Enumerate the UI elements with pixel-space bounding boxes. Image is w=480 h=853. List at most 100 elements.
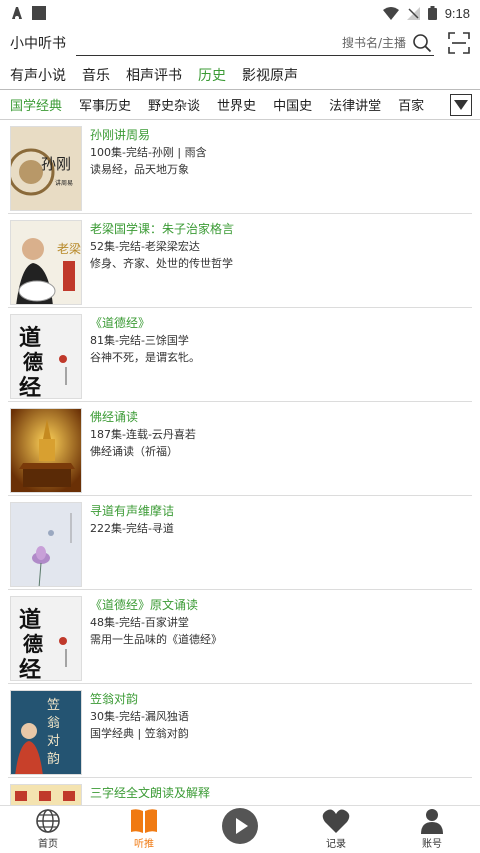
clock: 9:18 xyxy=(444,5,470,21)
nav-history[interactable]: 记录 xyxy=(288,806,384,853)
book-cover xyxy=(10,408,82,493)
book-title[interactable]: 老梁国学课：朱子治家格言 xyxy=(90,220,234,238)
svg-text:道: 道 xyxy=(19,607,41,633)
book-desc: 佛经诵读（祈福） xyxy=(90,445,178,458)
nav-recommend[interactable]: 听推 xyxy=(96,806,192,853)
subtab-law[interactable]: 法律讲堂 xyxy=(329,95,381,114)
book-desc: 国学经典 | 笠翁对韵 xyxy=(90,727,189,740)
svg-text:德: 德 xyxy=(23,350,43,374)
book-icon xyxy=(131,809,157,833)
nav-home-label: 首页 xyxy=(38,839,58,850)
book-title[interactable]: 佛经诵读 xyxy=(90,408,196,426)
svg-text:对: 对 xyxy=(47,734,60,749)
book-desc: 谷神不死，是谓玄牝。 xyxy=(90,351,200,364)
book-desc: 读易经，品天地万象 xyxy=(90,163,189,176)
book-title[interactable]: 《道德经》原文诵读 xyxy=(90,596,222,614)
svg-text:孙刚: 孙刚 xyxy=(41,155,71,173)
scan-icon[interactable] xyxy=(448,32,470,54)
book-info: 81集-完结-三馀国学 xyxy=(90,334,189,347)
svg-text:韵: 韵 xyxy=(47,752,60,767)
app-title: 小中听书 xyxy=(10,36,66,52)
tab-history[interactable]: 历史 xyxy=(198,65,226,85)
book-cover xyxy=(10,502,82,587)
subtab-baijia[interactable]: 百家 xyxy=(398,95,424,114)
book-cover: 笠 翁 对 韵 xyxy=(10,690,82,775)
category-tabs: 有声小说 音乐 相声评书 历史 影视原声 xyxy=(0,60,480,90)
tab-music[interactable]: 音乐 xyxy=(82,65,110,85)
nav-home[interactable]: 首页 xyxy=(0,806,96,853)
book-title[interactable]: 孙刚讲周易 xyxy=(90,126,207,144)
book-cover: 道 德 经 xyxy=(10,596,82,681)
signal-icon xyxy=(406,6,420,20)
subtab-unofficial[interactable]: 野史杂谈 xyxy=(148,95,200,114)
book-meta: 寻道有声维摩诘 222集-完结-寻道 xyxy=(90,502,174,537)
list-item[interactable]: 三字经全文朗读及解释 xyxy=(8,778,472,808)
list-item[interactable]: 道 德 经 《道德经》 81集-完结-三馀国学 谷神不死，是谓玄牝。 xyxy=(8,308,472,402)
book-info: 222集-完结-寻道 xyxy=(90,522,174,535)
user-icon xyxy=(421,809,443,834)
book-title[interactable]: 《道德经》 xyxy=(90,314,200,332)
svg-text:经: 经 xyxy=(19,657,41,681)
tab-soundtrack[interactable]: 影视原声 xyxy=(242,65,298,85)
globe-icon xyxy=(36,809,60,833)
search-icon[interactable] xyxy=(412,33,432,53)
svg-text:道: 道 xyxy=(19,325,41,351)
list-item[interactable]: 道 德 经 《道德经》原文诵读 48集-完结-百家讲堂 需用一生品味的《道德经》 xyxy=(8,590,472,684)
book-title[interactable]: 笠翁对韵 xyxy=(90,690,189,708)
cover-art xyxy=(11,503,81,586)
expand-tabs-button[interactable] xyxy=(450,94,472,116)
book-title[interactable]: 寻道有声维摩诘 xyxy=(90,502,174,520)
app-status-icon xyxy=(32,6,46,20)
book-meta: 老梁国学课：朱子治家格言 52集-完结-老梁梁宏达 修身、齐家、处世的传世哲学 xyxy=(90,220,234,272)
book-meta: 《道德经》原文诵读 48集-完结-百家讲堂 需用一生品味的《道德经》 xyxy=(90,596,222,648)
subtab-guoxue[interactable]: 国学经典 xyxy=(10,95,62,114)
cover-art: 孙刚 讲周易 xyxy=(11,148,73,196)
tab-novel[interactable]: 有声小说 xyxy=(10,65,66,85)
nav-play[interactable] xyxy=(192,806,288,853)
nav-recommend-label: 听推 xyxy=(134,839,154,850)
nav-account-label: 账号 xyxy=(422,839,442,850)
book-title[interactable]: 三字经全文朗读及解释 xyxy=(90,784,210,802)
book-info: 100集-完结-孙刚 | 雨含 xyxy=(90,146,207,159)
list-item[interactable]: 笠 翁 对 韵 笠翁对韵 30集-完结-漏风独语 国学经典 | 笠翁对韵 xyxy=(8,684,472,778)
svg-text:笠: 笠 xyxy=(47,698,60,713)
book-info: 30集-完结-漏风独语 xyxy=(90,710,189,723)
subtab-military[interactable]: 军事历史 xyxy=(79,95,131,114)
cover-art: 道 德 经 xyxy=(19,607,67,681)
search-placeholder: 搜书名/主播 xyxy=(341,36,406,50)
cover-art xyxy=(11,409,81,492)
cover-art: 笠 翁 对 韵 xyxy=(11,691,81,774)
nav-history-label: 记录 xyxy=(326,839,346,850)
heart-icon xyxy=(322,809,350,833)
book-cover: 孙刚 讲周易 xyxy=(10,126,82,211)
svg-text:老梁: 老梁 xyxy=(57,241,81,256)
svg-text:经: 经 xyxy=(19,375,41,399)
book-cover: 老梁 xyxy=(10,220,82,305)
list-item[interactable]: 佛经诵读 187集-连载-云丹喜若 佛经诵读（祈福） xyxy=(8,402,472,496)
book-meta: 笠翁对韵 30集-完结-漏风独语 国学经典 | 笠翁对韵 xyxy=(90,690,189,742)
svg-text:讲周易: 讲周易 xyxy=(55,179,73,187)
subtab-world[interactable]: 世界史 xyxy=(217,95,256,114)
book-desc: 需用一生品味的《道德经》 xyxy=(90,633,222,646)
book-meta: 《道德经》 81集-完结-三馀国学 谷神不死，是谓玄牝。 xyxy=(90,314,200,366)
play-icon xyxy=(222,808,258,844)
header: 小中听书 搜书名/主播 xyxy=(0,26,480,60)
tab-crosstalk[interactable]: 相声评书 xyxy=(126,65,182,85)
book-meta: 三字经全文朗读及解释 xyxy=(90,784,210,802)
search-input[interactable]: 搜书名/主播 xyxy=(76,30,434,56)
notification-icon xyxy=(12,7,22,20)
list-item[interactable]: 老梁 老梁国学课：朱子治家格言 52集-完结-老梁梁宏达 修身、齐家、处世的传世… xyxy=(8,214,472,308)
list-item[interactable]: 孙刚 讲周易 孙刚讲周易 100集-完结-孙刚 | 雨含 读易经，品天地万象 xyxy=(8,120,472,214)
book-meta: 孙刚讲周易 100集-完结-孙刚 | 雨含 读易经，品天地万象 xyxy=(90,126,207,178)
subtab-china[interactable]: 中国史 xyxy=(273,95,312,114)
svg-text:翁: 翁 xyxy=(47,716,60,731)
book-info: 187集-连载-云丹喜若 xyxy=(90,428,196,441)
cover-art: 道 德 经 xyxy=(19,325,67,399)
nav-account[interactable]: 账号 xyxy=(384,806,480,853)
book-info: 48集-完结-百家讲堂 xyxy=(90,616,189,629)
book-list: 孙刚 讲周易 孙刚讲周易 100集-完结-孙刚 | 雨含 读易经，品天地万象 老… xyxy=(0,120,480,808)
bottom-nav: 首页 听推 记录 账号 xyxy=(0,805,480,853)
list-item[interactable]: 寻道有声维摩诘 222集-完结-寻道 xyxy=(8,496,472,590)
book-cover: 道 德 经 xyxy=(10,314,82,399)
svg-text:德: 德 xyxy=(23,632,43,656)
